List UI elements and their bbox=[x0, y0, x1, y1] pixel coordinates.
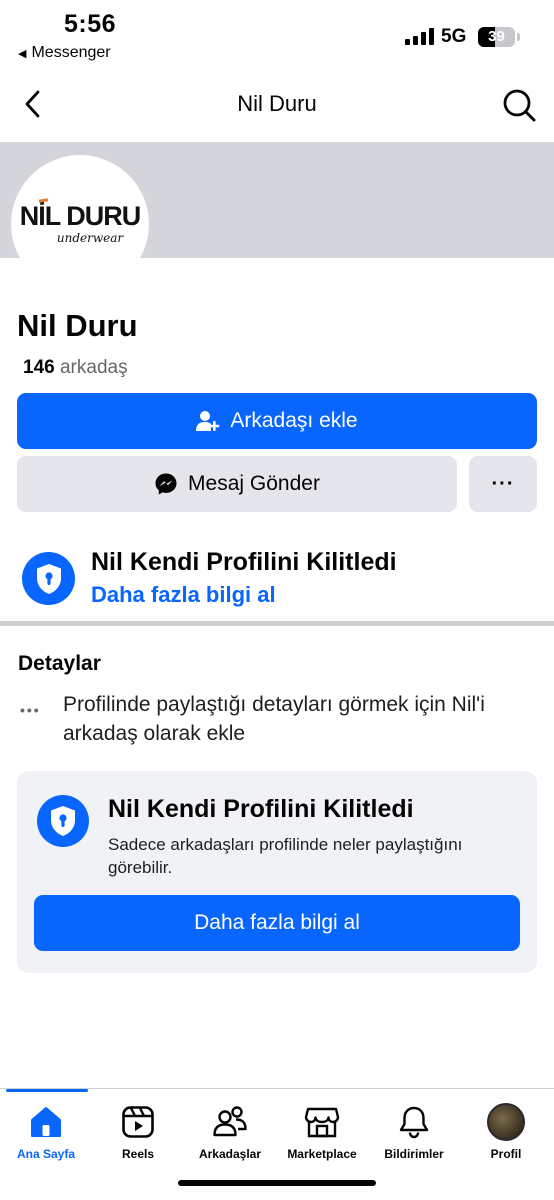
tab-marketplace[interactable]: Marketplace bbox=[276, 1103, 368, 1161]
add-friend-icon bbox=[196, 411, 220, 431]
add-friend-button[interactable]: Arkadaşı ekle bbox=[17, 393, 537, 449]
signal-icon bbox=[405, 28, 434, 45]
card-title: Nil Kendi Profilini Kilitledi bbox=[108, 795, 414, 823]
add-friend-label: Arkadaşı ekle bbox=[230, 409, 358, 432]
friends-count[interactable]: 146 arkadaş bbox=[23, 357, 128, 379]
active-tab-indicator bbox=[6, 1089, 88, 1092]
card-description: Sadece arkadaşları profilinde neler payl… bbox=[108, 835, 463, 877]
shield-lock-icon bbox=[22, 552, 75, 605]
profile-avatar-icon bbox=[487, 1103, 525, 1141]
bell-icon bbox=[399, 1106, 429, 1139]
friends-icon bbox=[213, 1106, 247, 1137]
reels-icon bbox=[122, 1106, 154, 1138]
tab-profile[interactable]: Profil bbox=[460, 1103, 552, 1161]
send-message-button[interactable]: Mesaj Gönder bbox=[17, 456, 457, 512]
friends-number: 146 bbox=[23, 357, 55, 378]
locked-title: Nil Kendi Profilini Kilitledi bbox=[91, 548, 397, 576]
messenger-icon bbox=[155, 473, 177, 495]
more-options-button[interactable]: ··· bbox=[469, 456, 537, 512]
details-heading: Detaylar bbox=[18, 652, 101, 675]
battery-percent: 39 bbox=[488, 28, 505, 45]
brand-logo-subtitle: underwear bbox=[56, 231, 124, 245]
profile-name: Nil Duru bbox=[17, 308, 138, 343]
tab-friends[interactable]: Arkadaşlar bbox=[184, 1103, 276, 1161]
page-title: Nil Duru bbox=[237, 91, 317, 116]
section-divider bbox=[0, 621, 554, 626]
brand-logo: NİL DURU bbox=[20, 198, 141, 230]
back-to-app-link[interactable]: ◀ Messenger bbox=[18, 44, 111, 62]
home-indicator[interactable] bbox=[178, 1180, 376, 1186]
tab-home[interactable]: Ana Sayfa bbox=[0, 1103, 92, 1161]
shield-lock-icon bbox=[37, 795, 89, 847]
tab-profile-label: Profil bbox=[490, 1147, 522, 1161]
search-icon bbox=[503, 89, 536, 122]
top-nav: Nil Duru bbox=[0, 75, 554, 135]
friends-label: arkadaş bbox=[59, 357, 128, 378]
profile-locked-card: Nil Kendi Profilini Kilitledi Sadece ark… bbox=[17, 771, 537, 973]
ellipsis-icon: ••• bbox=[20, 702, 41, 718]
learn-more-link[interactable]: Daha fazla bilgi al bbox=[91, 582, 276, 608]
back-app-label: Messenger bbox=[31, 44, 111, 61]
search-button[interactable] bbox=[500, 87, 538, 123]
status-time: 5:56 bbox=[64, 10, 117, 38]
tab-reels[interactable]: Reels bbox=[92, 1103, 184, 1161]
send-message-label: Mesaj Gönder bbox=[188, 472, 320, 495]
details-text: Profilinde paylaştığı detayları görmek i… bbox=[63, 693, 485, 745]
tab-notifications[interactable]: Bildirimler bbox=[368, 1103, 460, 1161]
profile-locked-notice: Nil Kendi Profilini Kilitledi Daha fazla… bbox=[22, 548, 532, 612]
tab-home-label: Ana Sayfa bbox=[16, 1147, 76, 1161]
tab-friends-label: Arkadaşlar bbox=[198, 1147, 262, 1161]
tab-notifications-label: Bildirimler bbox=[384, 1147, 444, 1161]
back-triangle-icon: ◀ bbox=[18, 47, 27, 60]
learn-more-button[interactable]: Daha fazla bilgi al bbox=[34, 895, 520, 951]
profile-avatar[interactable]: NİL DURU underwear bbox=[11, 155, 149, 293]
network-label: 5G bbox=[441, 26, 467, 47]
tab-reels-label: Reels bbox=[121, 1147, 155, 1161]
battery-icon: 39 bbox=[478, 27, 515, 47]
home-icon bbox=[31, 1107, 61, 1137]
more-icon: ··· bbox=[491, 472, 515, 495]
marketplace-icon bbox=[304, 1107, 340, 1138]
status-bar: 5:56 ◀ Messenger 5G 39 bbox=[0, 0, 554, 70]
tab-marketplace-label: Marketplace bbox=[287, 1147, 357, 1161]
